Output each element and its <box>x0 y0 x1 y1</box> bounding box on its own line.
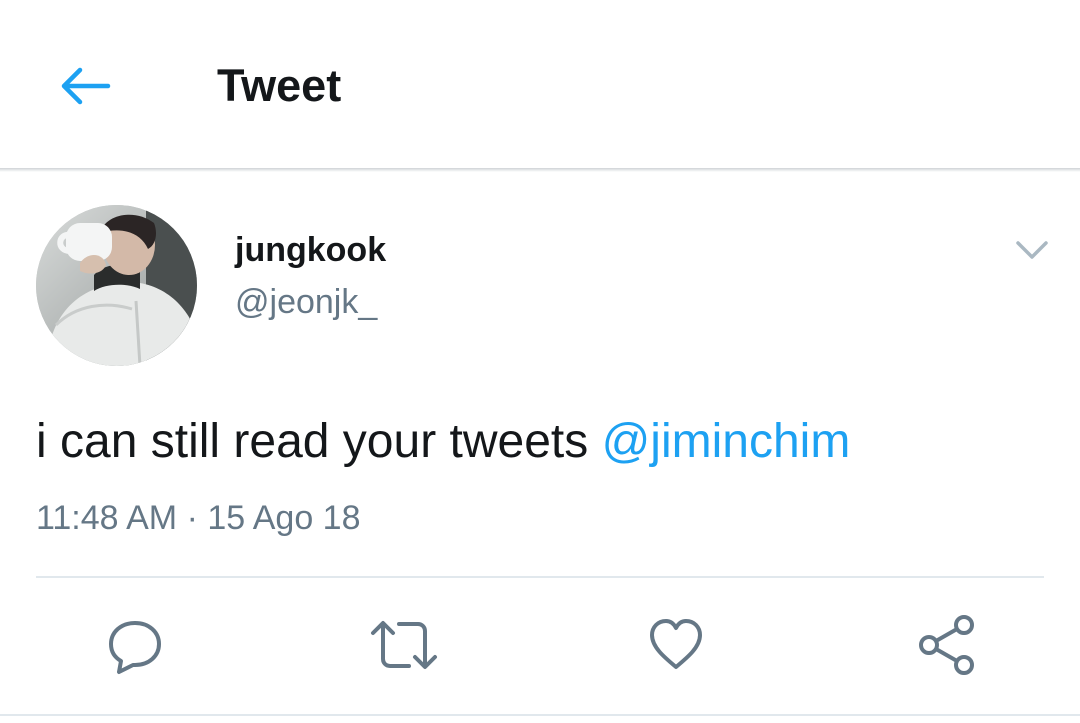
like-button[interactable] <box>636 605 716 685</box>
tweet-menu-button[interactable] <box>1010 232 1054 268</box>
retweet-button[interactable] <box>364 605 444 685</box>
tweet-text: i can still read your tweets <box>36 415 602 468</box>
back-button[interactable] <box>52 56 116 116</box>
share-button[interactable] <box>906 605 986 685</box>
profile-photo <box>36 205 197 366</box>
tweet-detail-screen: Tweet jungkook @jeonjk_ i can still read… <box>0 0 1080 723</box>
author-handle[interactable]: @jeonjk_ <box>235 282 377 322</box>
tweet-actions <box>0 605 1080 685</box>
reply-button[interactable] <box>95 605 175 685</box>
tweet-body: i can still read your tweets @jiminchim <box>36 412 850 472</box>
avatar[interactable] <box>36 205 197 366</box>
bottom-divider <box>0 714 1080 716</box>
divider <box>36 576 1044 578</box>
top-app-bar: Tweet <box>0 0 1080 168</box>
tweet-timestamp: 11:48 AM · 15 Ago 18 <box>36 499 361 537</box>
retweet-icon <box>371 621 437 669</box>
chevron-down-icon <box>1016 241 1048 259</box>
author-name[interactable]: jungkook <box>235 230 386 270</box>
reply-icon <box>109 621 161 674</box>
heart-icon <box>650 619 702 669</box>
mention-link[interactable]: @jiminchim <box>602 415 851 468</box>
header-divider <box>0 168 1080 172</box>
arrow-left-icon <box>61 67 111 105</box>
share-icon <box>919 615 974 675</box>
page-title: Tweet <box>217 60 342 111</box>
